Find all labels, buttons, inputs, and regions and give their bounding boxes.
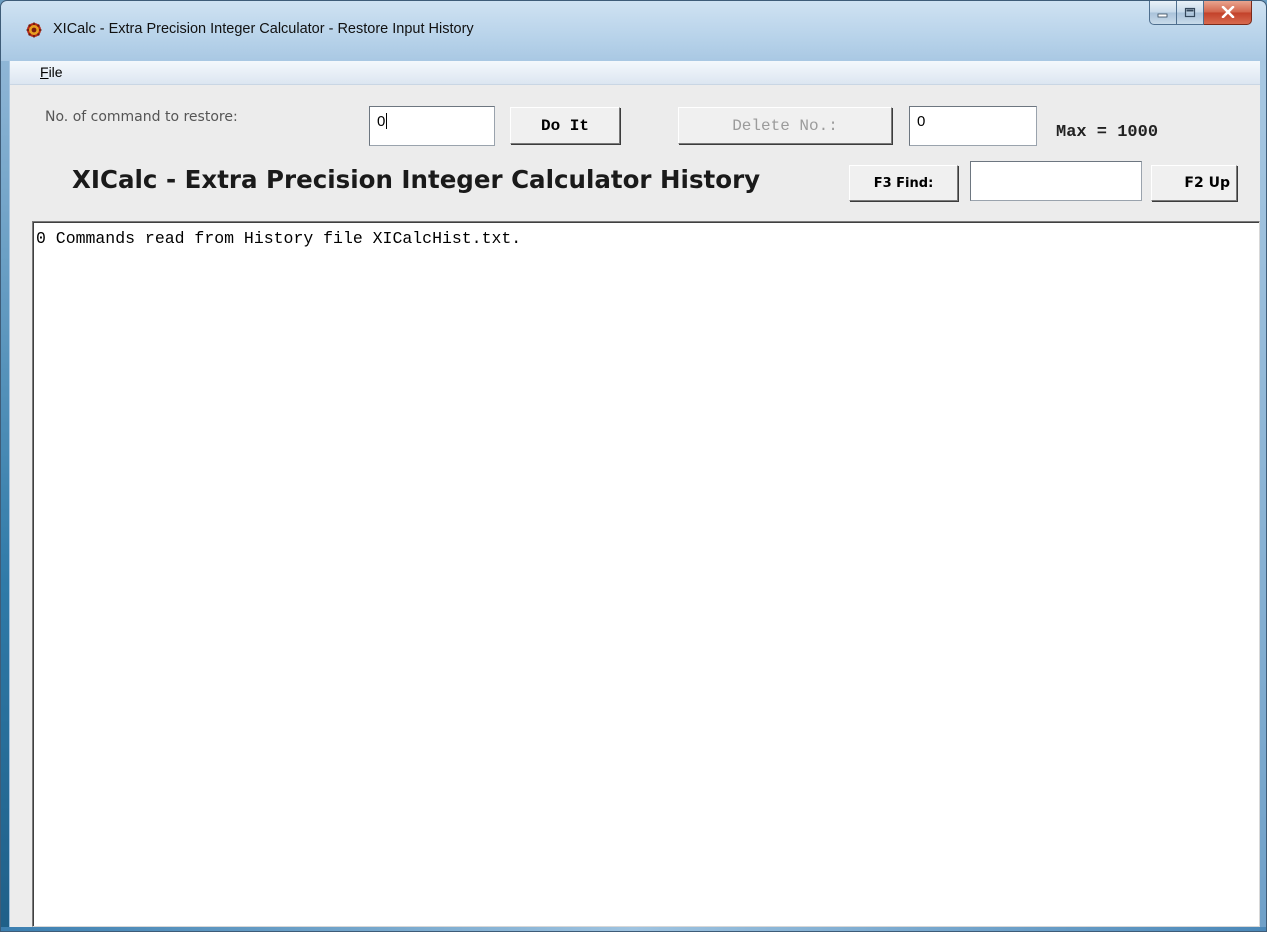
command-number-value: 0 (377, 113, 386, 130)
find-button[interactable]: F3 Find: (849, 165, 958, 201)
taskbar-edge (1, 927, 1266, 931)
maximize-button[interactable] (1177, 1, 1204, 25)
text-caret (386, 113, 388, 129)
window-title: XICalc - Extra Precision Integer Calcula… (53, 21, 474, 37)
menu-bar: File (10, 61, 1260, 85)
client-area: No. of command to restore: 0 Do It Delet… (10, 85, 1260, 931)
max-commands-label: Max = 1000 (1056, 123, 1159, 142)
close-icon (1221, 3, 1235, 22)
menu-file-rest: ile (48, 64, 63, 80)
delete-number-value: 0 (917, 113, 926, 130)
history-line: 0 Commands read from History file XICalc… (36, 229, 522, 248)
history-text-area[interactable]: 0 Commands read from History file XICalc… (32, 221, 1260, 927)
menu-file[interactable]: File (40, 64, 63, 80)
find-input[interactable] (970, 161, 1142, 201)
command-number-label: No. of command to restore: (45, 109, 238, 125)
gear-icon (26, 22, 42, 38)
up-button[interactable]: F2 Up (1151, 165, 1237, 201)
window-frame-left (1, 61, 9, 931)
delete-number-input[interactable]: 0 (909, 106, 1037, 146)
restore-history-window: XICalc - Extra Precision Integer Calcula… (0, 0, 1267, 932)
minimize-button[interactable] (1149, 1, 1177, 25)
delete-number-button[interactable]: Delete No.: (678, 107, 892, 144)
maximize-icon (1184, 3, 1196, 22)
command-number-input[interactable]: 0 (369, 106, 495, 146)
close-button[interactable] (1204, 1, 1252, 25)
caption-buttons (1149, 1, 1252, 27)
menu-file-mnemonic: F (40, 64, 49, 80)
page-title: XICalc - Extra Precision Integer Calcula… (72, 165, 761, 194)
do-it-button[interactable]: Do It (510, 107, 620, 144)
minimize-icon (1157, 3, 1169, 22)
title-bar[interactable]: XICalc - Extra Precision Integer Calcula… (1, 1, 1266, 61)
